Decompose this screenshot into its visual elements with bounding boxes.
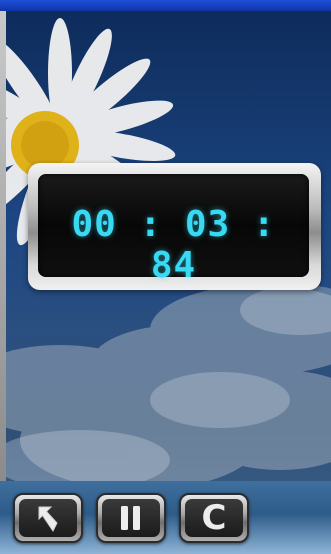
clouds-background-image: [0, 285, 331, 490]
back-button-face: [19, 499, 77, 537]
timer-display: 00 : 03 : 84: [38, 174, 309, 286]
timer-panel: 00 : 03 : 84: [28, 163, 321, 290]
elapsed-time: 00 : 03 : 84: [71, 204, 276, 286]
pause-icon: [121, 506, 140, 530]
clear-button[interactable]: C: [179, 493, 249, 543]
bottom-toolbar: C: [0, 481, 331, 554]
left-edge-border: [0, 11, 6, 481]
stopwatch-screen: 00 : 03 : 84 C: [0, 0, 331, 554]
pause-button-face: [102, 499, 160, 537]
pause-button[interactable]: [96, 493, 166, 543]
clear-button-label: C: [201, 498, 227, 538]
clear-button-face: C: [185, 499, 243, 537]
back-button[interactable]: [13, 493, 83, 543]
back-arrow-icon: [38, 506, 58, 532]
